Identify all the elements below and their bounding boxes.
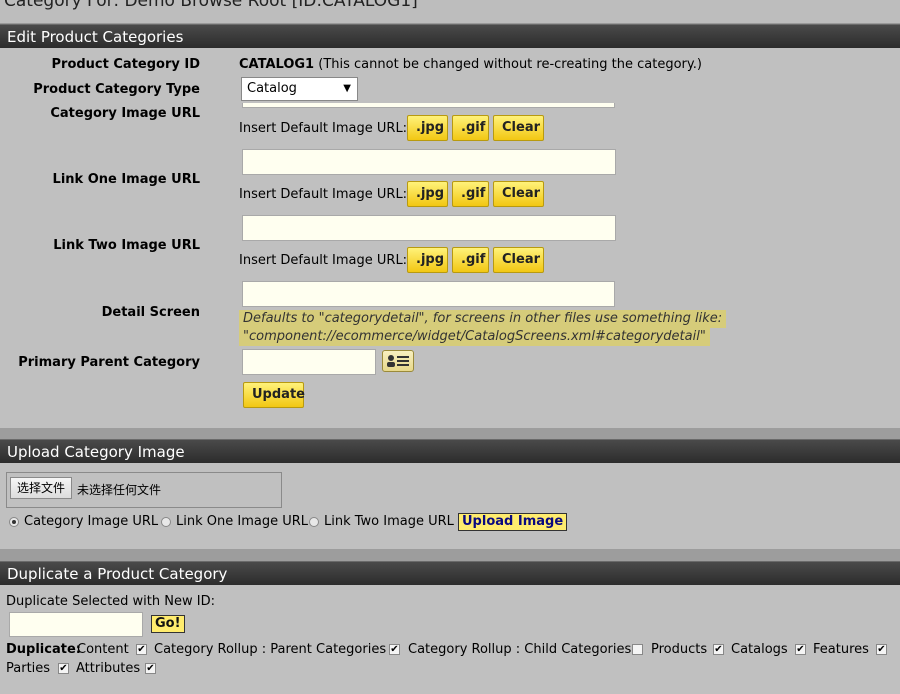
primary-parent-input[interactable] [242, 349, 376, 375]
page-title: Category For: Demo Browse Root [ID:CATAL… [4, 0, 418, 11]
link-two-image-input[interactable] [242, 215, 616, 241]
radio-link-one-image[interactable] [161, 517, 171, 527]
category-id-row: CATALOG1 (This cannot be changed without… [239, 57, 702, 72]
dup-option-attributes-checkbox[interactable]: ✔ [145, 663, 156, 674]
dup-option-features-checkbox[interactable]: ✔ [876, 644, 887, 655]
upload-section-title: Upload Category Image [7, 443, 185, 461]
link-two-jpg-button[interactable]: .jpg [407, 247, 448, 273]
dup-option-products-label: Products [651, 642, 708, 657]
link-one-jpg-button[interactable]: .jpg [407, 181, 448, 207]
duplicate-section-title: Duplicate a Product Category [7, 565, 228, 583]
link-one-label: Link One Image URL [52, 172, 200, 187]
duplicate-prompt: Duplicate Selected with New ID: [6, 594, 215, 609]
dup-option-attributes-label: Attributes [76, 661, 141, 676]
dup-option-catalogs-checkbox[interactable]: ✔ [795, 644, 806, 655]
detail-screen-input[interactable] [242, 281, 615, 307]
dup-option-parent-rollup-checkbox[interactable]: ✔ [389, 644, 400, 655]
duplicate-new-id-input[interactable] [9, 612, 143, 637]
edit-section-header: Edit Product Categories [0, 24, 900, 48]
radio-link-two-image[interactable] [309, 517, 319, 527]
radio-link-one-image-label: Link One Image URL [176, 514, 308, 529]
dup-option-parties-label: Parties [6, 661, 51, 676]
dup-option-products-checkbox[interactable]: ✔ [713, 644, 724, 655]
detail-screen-tooltip-line2: "component://ecommerce/widget/CatalogScr… [239, 328, 710, 346]
dup-option-features-label: Features [813, 642, 869, 657]
dup-option-content-label: Content [77, 642, 129, 657]
duplicate-section-header: Duplicate a Product Category [0, 561, 900, 585]
dup-option-parties-checkbox[interactable]: ✔ [58, 663, 69, 674]
category-image-insert-label: Insert Default Image URL: [239, 121, 408, 136]
lookup-icon[interactable] [382, 350, 414, 372]
dup-option-content-checkbox[interactable]: ✔ [136, 644, 147, 655]
link-one-gif-button[interactable]: .gif [452, 181, 489, 207]
edit-section-title: Edit Product Categories [7, 28, 184, 46]
detail-screen-label: Detail Screen [101, 305, 200, 320]
primary-parent-label: Primary Parent Category [18, 355, 200, 370]
duplicate-label: Duplicate: [6, 642, 81, 657]
detail-screen-tooltip-line1: Defaults to "categorydetail", for screen… [239, 310, 727, 328]
category-id-value: CATALOG1 [239, 57, 315, 72]
link-two-clear-button[interactable]: Clear [493, 247, 544, 273]
go-button[interactable]: Go! [151, 615, 185, 633]
category-image-label: Category Image URL [50, 106, 200, 121]
category-type-label: Product Category Type [33, 82, 200, 97]
dup-option-child-rollup-label: Category Rollup : Child Categories [408, 642, 632, 657]
file-chooser: 选择文件 未选择任何文件 [6, 472, 282, 508]
link-one-insert-label: Insert Default Image URL: [239, 187, 408, 202]
section-separator [0, 549, 900, 561]
category-image-input[interactable] [242, 103, 615, 108]
link-one-image-input[interactable] [242, 149, 616, 175]
category-image-clear-button[interactable]: Clear [493, 115, 544, 141]
category-type-select[interactable]: Catalog ▼ [241, 77, 358, 101]
page-title-strip: Category For: Demo Browse Root [ID:CATAL… [0, 0, 900, 24]
radio-link-two-image-label: Link Two Image URL [324, 514, 454, 529]
link-two-gif-button[interactable]: .gif [452, 247, 489, 273]
link-one-clear-button[interactable]: Clear [493, 181, 544, 207]
update-button[interactable]: Update [243, 382, 305, 408]
upload-image-button[interactable]: Upload Image [458, 513, 568, 531]
link-two-label: Link Two Image URL [53, 238, 200, 253]
no-file-label: 未选择任何文件 [77, 483, 162, 497]
category-image-gif-button[interactable]: .gif [452, 115, 489, 141]
category-image-jpg-button[interactable]: .jpg [407, 115, 448, 141]
upload-section-header: Upload Category Image [0, 439, 900, 463]
radio-category-image-label: Category Image URL [24, 514, 159, 529]
link-two-insert-label: Insert Default Image URL: [239, 253, 408, 268]
category-id-note: (This cannot be changed without re-creat… [318, 57, 702, 72]
radio-category-image[interactable] [9, 517, 19, 527]
dup-option-parent-rollup-label: Category Rollup : Parent Categories [154, 642, 387, 657]
dup-option-catalogs-label: Catalogs [731, 642, 788, 657]
dropdown-arrow-icon: ▼ [343, 83, 351, 94]
category-type-value: Catalog [247, 81, 297, 96]
dup-option-child-rollup-checkbox[interactable] [632, 644, 643, 655]
choose-file-button[interactable]: 选择文件 [10, 477, 73, 499]
category-id-label: Product Category ID [51, 57, 201, 72]
